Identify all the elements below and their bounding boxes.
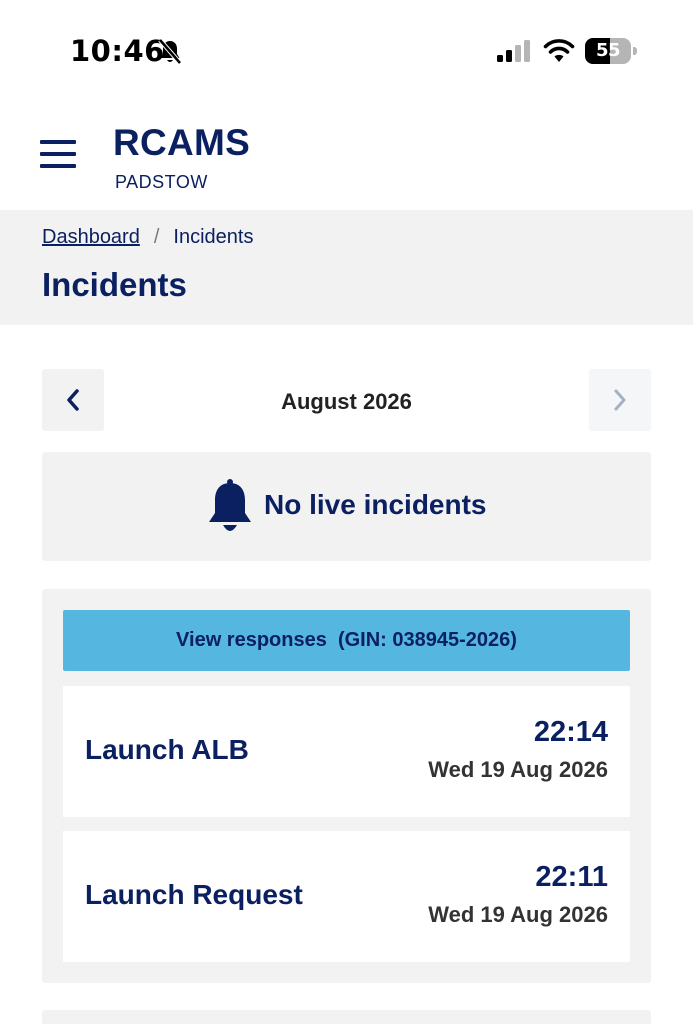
station-name: PADSTOW <box>115 172 208 192</box>
hamburger-menu-icon[interactable] <box>40 138 76 170</box>
month-label: August 2026 <box>281 389 412 414</box>
live-incidents-panel: No live incidents <box>42 452 651 561</box>
chevron-right-icon <box>614 389 626 411</box>
incident-row[interactable]: Launch Request 22:11 Wed 19 Aug 2026 <box>63 831 630 962</box>
bell-icon <box>209 479 251 531</box>
battery-icon: 55 <box>585 38 637 64</box>
breadcrumb-dashboard-link[interactable]: Dashboard <box>42 226 140 249</box>
brand-title: RCAMS <box>113 122 251 163</box>
live-incidents-text: No live incidents <box>264 489 487 520</box>
incident-row[interactable]: Launch ALB 22:14 Wed 19 Aug 2026 <box>63 686 630 817</box>
chevron-left-icon <box>67 389 79 411</box>
app-header: RCAMS PADSTOW <box>0 100 693 210</box>
view-responses-button[interactable]: View responses (GIN: 038945-2026) <box>63 610 630 671</box>
page-title: Incidents <box>42 266 187 303</box>
status-time: 10:46 <box>70 34 165 68</box>
incident-name: Launch Request <box>85 879 303 910</box>
incident-date: Wed 19 Aug 2026 <box>428 757 608 782</box>
breadcrumb-current: Incidents <box>173 226 254 248</box>
bell-slash-icon <box>158 38 182 65</box>
status-bar: 10:46 55 <box>0 0 693 100</box>
page-header: Dashboard / Incidents Incidents <box>0 210 693 325</box>
breadcrumb-separator: / <box>153 226 160 248</box>
incident-time: 22:14 <box>533 716 608 748</box>
previous-month-button[interactable] <box>42 369 104 431</box>
incident-group: View responses (GIN: 038945-2026) Launch… <box>42 589 651 983</box>
cellular-signal-icon <box>497 40 530 62</box>
incident-time: 22:11 <box>535 861 608 893</box>
wifi-icon <box>543 39 575 62</box>
incident-date: Wed 19 Aug 2026 <box>428 902 608 927</box>
battery-percent: 55 <box>595 40 621 61</box>
month-navigator: August 2026 <box>42 369 651 431</box>
next-incident-group <box>42 1010 651 1024</box>
breadcrumb: Dashboard / Incidents <box>42 226 253 249</box>
next-month-button[interactable] <box>589 369 651 431</box>
incident-name: Launch ALB <box>85 734 249 765</box>
